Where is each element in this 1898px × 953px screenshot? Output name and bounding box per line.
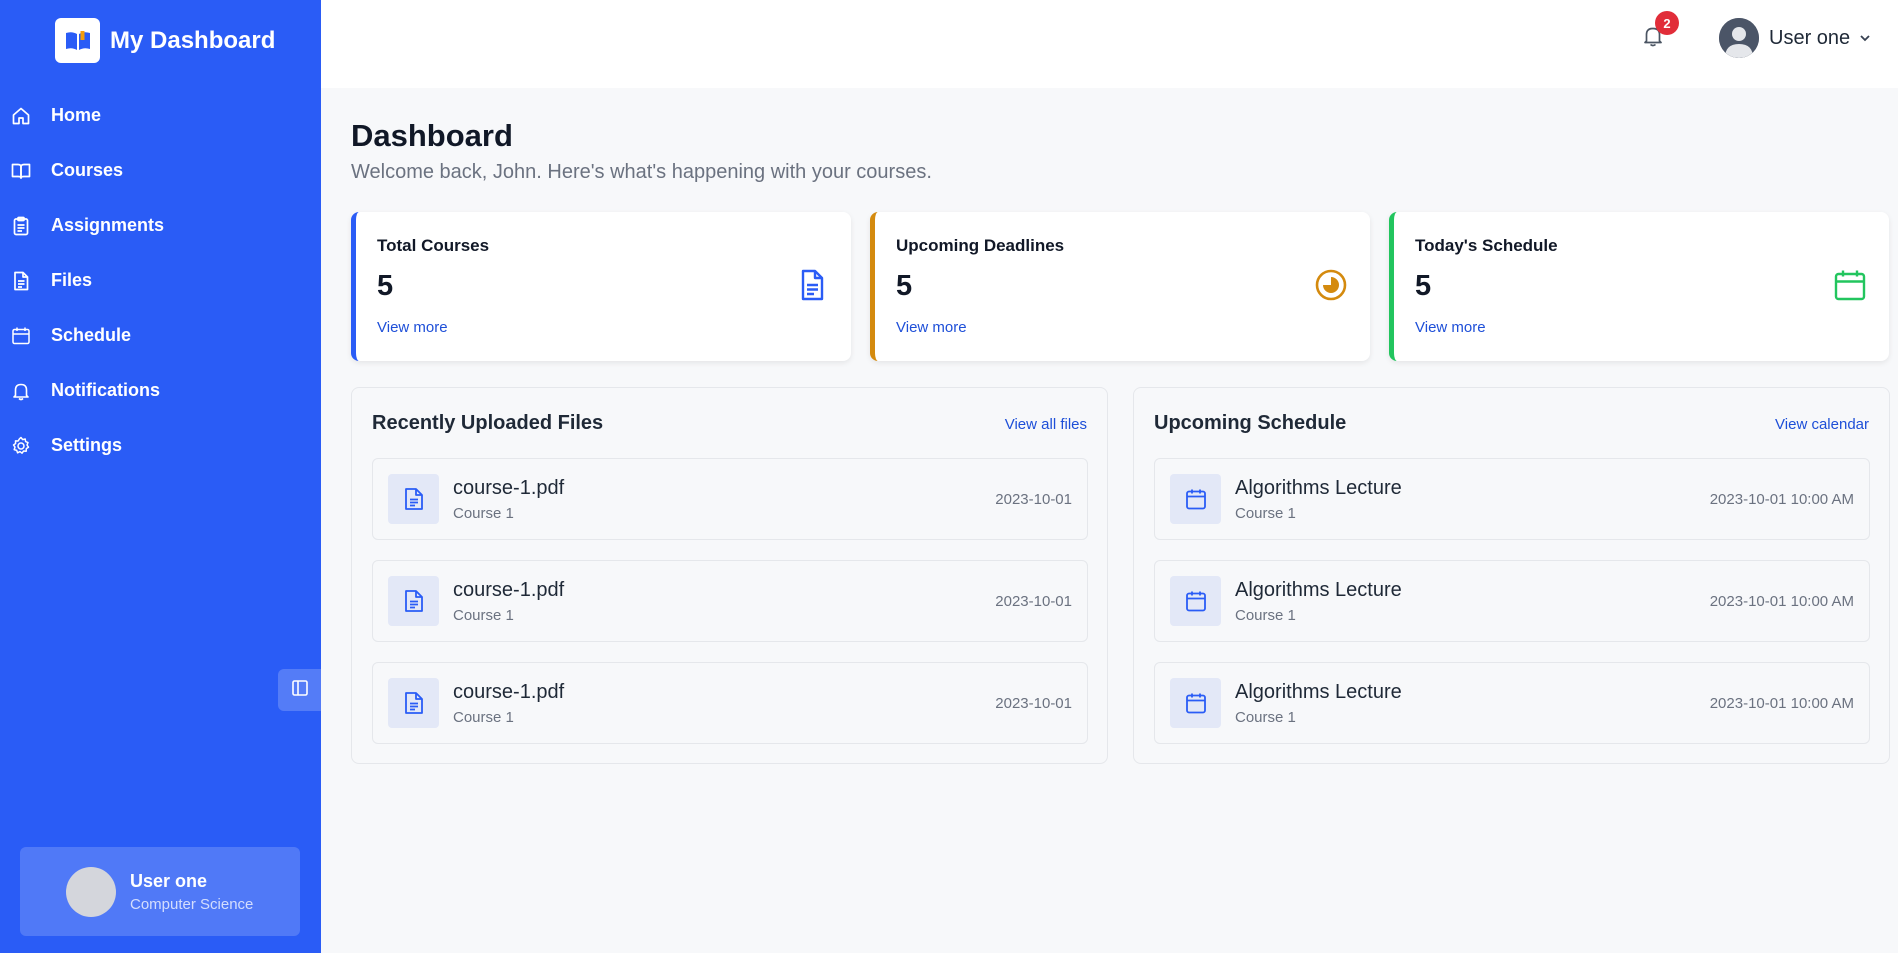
stat-label: Upcoming Deadlines xyxy=(896,236,1065,255)
sidebar: My Dashboard Home Courses Assignments Fi… xyxy=(0,0,321,953)
chevron-down-icon xyxy=(1858,31,1872,45)
page-title: Dashboard xyxy=(351,118,513,153)
event-datetime: 2023-10-01 10:00 AM xyxy=(1709,491,1854,508)
file-list-item[interactable]: course-1.pdf Course 1 2023-10-01 xyxy=(372,560,1088,642)
sidebar-item-label: Settings xyxy=(51,435,123,455)
file-list-item[interactable]: course-1.pdf Course 1 2023-10-01 xyxy=(372,458,1088,540)
user-menu[interactable]: User one xyxy=(1719,18,1872,58)
avatar xyxy=(1719,18,1759,58)
event-title: Algorithms Lecture xyxy=(1235,477,1402,499)
sidebar-item-label: Schedule xyxy=(51,325,132,345)
schedule-list-item[interactable]: Algorithms Lecture Course 1 2023-10-01 1… xyxy=(1154,662,1870,744)
stat-card-total-courses: Total Courses 5 View more xyxy=(351,212,851,361)
sidebar-item-label: Courses xyxy=(51,160,124,180)
file-icon xyxy=(388,474,439,524)
view-more-link[interactable]: View more xyxy=(377,319,448,336)
file-icon xyxy=(388,678,439,728)
file-name: course-1.pdf xyxy=(453,681,565,703)
sidebar-item-settings[interactable]: Settings xyxy=(0,418,321,473)
upcoming-schedule-panel: Upcoming Schedule View calendar Algorith… xyxy=(1133,387,1890,764)
calendar-icon xyxy=(1833,268,1867,302)
sidebar-item-label: Notifications xyxy=(51,380,161,400)
stat-card-todays-schedule: Today's Schedule 5 View more xyxy=(1389,212,1889,361)
collapse-sidebar-button[interactable] xyxy=(278,669,321,711)
file-date: 2023-10-01 xyxy=(995,695,1072,712)
event-course: Course 1 xyxy=(1235,505,1296,522)
file-list-item[interactable]: course-1.pdf Course 1 2023-10-01 xyxy=(372,662,1088,744)
schedule-list-item[interactable]: Algorithms Lecture Course 1 2023-10-01 1… xyxy=(1154,560,1870,642)
file-course: Course 1 xyxy=(453,709,514,726)
file-icon xyxy=(388,576,439,626)
topbar: 2 User one xyxy=(321,0,1898,88)
event-title: Algorithms Lecture xyxy=(1235,681,1402,703)
file-date: 2023-10-01 xyxy=(995,491,1072,508)
document-icon xyxy=(795,268,829,302)
notification-count-badge: 2 xyxy=(1655,11,1679,35)
sidebar-item-courses[interactable]: Courses xyxy=(0,143,321,198)
book-logo-icon xyxy=(55,18,100,63)
file-icon xyxy=(11,271,31,291)
panel-title: Recently Uploaded Files xyxy=(372,412,604,434)
stat-value: 5 xyxy=(896,270,913,302)
calendar-icon xyxy=(1170,678,1221,728)
view-all-files-link[interactable]: View all files xyxy=(1005,416,1087,433)
calendar-icon xyxy=(1170,576,1221,626)
calendar-icon xyxy=(11,326,31,346)
user-name: User one xyxy=(130,870,208,891)
stat-value: 5 xyxy=(377,270,394,302)
sidebar-item-label: Files xyxy=(51,270,93,290)
event-datetime: 2023-10-01 10:00 AM xyxy=(1709,593,1854,610)
sidebar-item-files[interactable]: Files xyxy=(0,253,321,308)
sidebar-item-home[interactable]: Home xyxy=(0,88,321,143)
file-name: course-1.pdf xyxy=(453,579,565,601)
user-menu-name: User one xyxy=(1769,26,1851,49)
page-subtitle: Welcome back, John. Here's what's happen… xyxy=(351,161,932,183)
stat-card-upcoming-deadlines: Upcoming Deadlines 5 View more xyxy=(870,212,1370,361)
event-course: Course 1 xyxy=(1235,709,1296,726)
panel-title: Upcoming Schedule xyxy=(1154,412,1347,434)
stat-label: Today's Schedule xyxy=(1415,236,1558,255)
bell-icon xyxy=(11,381,31,401)
file-name: course-1.pdf xyxy=(453,477,565,499)
sidebar-item-schedule[interactable]: Schedule xyxy=(0,308,321,363)
stat-label: Total Courses xyxy=(377,236,490,255)
recent-files-panel: Recently Uploaded Files View all files c… xyxy=(351,387,1108,764)
user-department: Computer Science xyxy=(130,895,254,913)
stat-value: 5 xyxy=(1415,270,1432,302)
view-calendar-link[interactable]: View calendar xyxy=(1775,416,1869,433)
event-title: Algorithms Lecture xyxy=(1235,579,1402,601)
event-datetime: 2023-10-01 10:00 AM xyxy=(1709,695,1854,712)
file-course: Course 1 xyxy=(453,607,514,624)
file-date: 2023-10-01 xyxy=(995,593,1072,610)
event-course: Course 1 xyxy=(1235,607,1296,624)
sidebar-item-label: Assignments xyxy=(51,215,165,235)
sidebar-item-assignments[interactable]: Assignments xyxy=(0,198,321,253)
sidebar-toggle-icon xyxy=(290,678,310,703)
book-icon xyxy=(11,161,31,181)
home-icon xyxy=(11,106,31,126)
sidebar-item-label: Home xyxy=(51,105,102,125)
file-course: Course 1 xyxy=(453,505,514,522)
app-title: My Dashboard xyxy=(110,26,276,54)
schedule-list-item[interactable]: Algorithms Lecture Course 1 2023-10-01 1… xyxy=(1154,458,1870,540)
calendar-icon xyxy=(1170,474,1221,524)
sidebar-item-notifications[interactable]: Notifications xyxy=(0,363,321,418)
pie-clock-icon xyxy=(1314,268,1348,302)
sidebar-nav: Home Courses Assignments Files Schedule xyxy=(0,88,321,473)
view-more-link[interactable]: View more xyxy=(1415,319,1486,336)
sidebar-user-card[interactable]: User one Computer Science xyxy=(20,847,300,936)
avatar xyxy=(66,866,116,917)
brand[interactable]: My Dashboard xyxy=(55,18,275,63)
clipboard-icon xyxy=(11,216,31,236)
view-more-link[interactable]: View more xyxy=(896,319,967,336)
gear-icon xyxy=(11,436,31,456)
